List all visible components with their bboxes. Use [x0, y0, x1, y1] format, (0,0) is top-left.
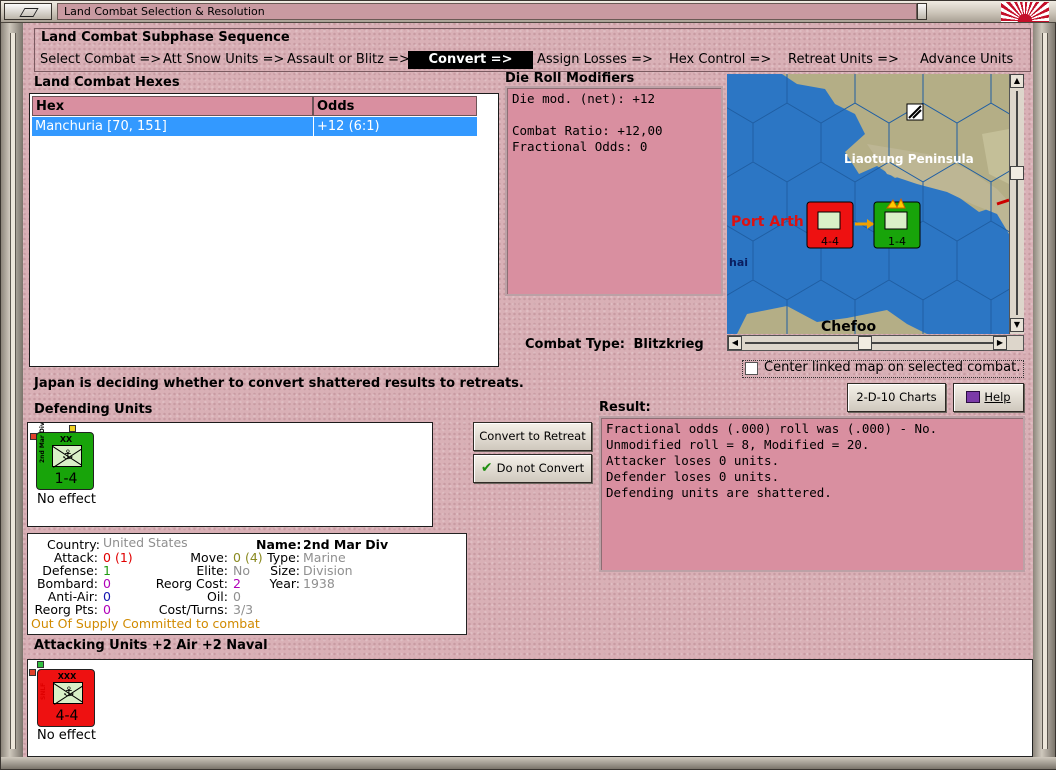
- step-retreat-units: Retreat Units =>: [788, 52, 899, 67]
- map-vertical-scrollbar[interactable]: ▲ ▼: [1009, 74, 1024, 334]
- help-button[interactable]: Help: [953, 383, 1024, 412]
- unit-strength: 4-4: [55, 708, 79, 724]
- unit-type-badge: ⚓: [53, 682, 83, 704]
- result-heading: Result:: [599, 400, 651, 415]
- map-svg: Liaotung Peninsula Port Arth hai Chefoo …: [727, 74, 1009, 334]
- country-value: United States: [103, 535, 188, 550]
- modifier-line: Die mod. (net): +12: [512, 91, 655, 106]
- combat-hex-table: Hex Odds Manchuria [70, 151] +12 (6:1): [29, 93, 499, 367]
- attacking-unit-effect: No effect: [37, 728, 97, 743]
- result-panel: Fractional odds (.000) roll was (.000) -…: [599, 416, 1025, 572]
- year-label: Year:: [269, 576, 300, 591]
- window-title: Land Combat Selection & Resolution: [57, 3, 917, 20]
- unit-side-name: SNLF: [40, 682, 47, 700]
- subphase-sequence: Land Combat Subphase Sequence Select Com…: [34, 28, 1031, 72]
- horizontal-scroll-thumb[interactable]: [858, 336, 872, 350]
- scroll-up-icon[interactable]: ▲: [1010, 74, 1024, 88]
- table-row-selected[interactable]: Manchuria [70, 151] +12 (6:1): [32, 117, 477, 136]
- map-attacker-strength: 4-4: [821, 235, 839, 248]
- row-hex: Manchuria [70, 151]: [35, 119, 167, 134]
- result-line: Unmodified roll = 8, Modified = 20.: [606, 437, 870, 452]
- anchor-icon: ⚓: [63, 685, 75, 700]
- window-menu-button[interactable]: [4, 3, 52, 20]
- result-line: Attacker loses 0 units.: [606, 453, 780, 468]
- row-odds: +12 (6:1): [317, 119, 380, 134]
- combat-type: Combat Type: Blitzkrieg: [525, 337, 704, 352]
- cost-turns-value: 3/3: [233, 602, 254, 617]
- unit-side-name: 2nd Mar Div: [39, 422, 46, 463]
- do-not-convert-label: Do not Convert: [496, 461, 585, 475]
- map-label-port: Port Arth: [731, 214, 804, 230]
- map-label-peninsula: Liaotung Peninsula: [844, 152, 974, 166]
- year-value: 1938: [303, 576, 335, 591]
- modifier-line: Combat Ratio: +12,00: [512, 123, 663, 138]
- combat-type-value: Blitzkrieg: [633, 337, 704, 352]
- convert-to-retreat-button[interactable]: Convert to Retreat: [473, 422, 592, 451]
- hex-grid: [727, 74, 1009, 334]
- combat-type-label: Combat Type:: [525, 337, 625, 352]
- step-att-snow-units: Att Snow Units =>: [163, 52, 285, 67]
- help-label: Help: [984, 390, 1011, 404]
- unit-strength: 1-4: [54, 471, 78, 487]
- anchor-icon: ⚓: [62, 448, 74, 463]
- defending-unit-effect: No effect: [37, 492, 97, 507]
- result-line: Defending units are shattered.: [606, 485, 832, 500]
- vertical-scroll-thumb[interactable]: [1010, 166, 1024, 180]
- unit-echelon: XXX: [57, 672, 77, 681]
- map-label-port-side: hai: [729, 256, 748, 269]
- scroll-down-icon[interactable]: ▼: [1010, 318, 1024, 332]
- scroll-left-icon[interactable]: ◀: [728, 336, 742, 350]
- title-bar: Land Combat Selection & Resolution: [1, 1, 1056, 23]
- modifiers-panel: Die mod. (net): +12 Combat Ratio: +12,00…: [505, 86, 723, 296]
- subphase-steps: Select Combat => Att Snow Units => Assau…: [35, 51, 1030, 69]
- modifier-line: Fractional Odds: 0: [512, 139, 648, 154]
- step-select-combat: Select Combat =>: [40, 52, 162, 67]
- column-header-hex[interactable]: Hex: [32, 96, 313, 116]
- step-assault-or-blitz: Assault or Blitz =>: [287, 52, 410, 67]
- result-line: Defender loses 0 units.: [606, 469, 780, 484]
- result-line: Fractional odds (.000) roll was (.000) -…: [606, 421, 938, 436]
- window-frame-bottom: [1, 757, 1056, 769]
- title-bar-end-cap: [917, 3, 927, 20]
- window-frame-left: [1, 23, 23, 759]
- land-combat-window: Land Combat Selection & Resolution Land …: [0, 0, 1056, 770]
- defending-heading: Defending Units: [34, 402, 153, 417]
- defending-units-panel: XX ⚓ 2nd Mar Div 1-4 No effect: [27, 422, 433, 527]
- linked-map[interactable]: Liaotung Peninsula Port Arth hai Chefoo …: [727, 74, 1009, 334]
- defending-unit-counter[interactable]: XX ⚓ 2nd Mar Div 1-4: [36, 422, 94, 490]
- do-not-convert-button[interactable]: ✔ Do not Convert: [473, 454, 592, 483]
- attacking-unit-counter[interactable]: XXX ⚓ SNLF 4-4: [37, 669, 95, 727]
- unit-info-panel: Country: United States Name: 2nd Mar Div…: [27, 533, 467, 635]
- step-assign-losses: Assign Losses =>: [537, 52, 653, 67]
- map-horizontal-scrollbar[interactable]: ◀ ▶: [727, 335, 1024, 351]
- help-book-icon: [966, 391, 981, 403]
- hexes-heading: Land Combat Hexes: [34, 75, 180, 90]
- step-hex-control: Hex Control =>: [669, 52, 772, 67]
- attacking-heading: Attacking Units +2 Air +2 Naval: [34, 638, 268, 653]
- japan-flag-icon: [1001, 2, 1049, 22]
- reorg-pts-value: 0: [103, 602, 111, 617]
- reorg-pts-label: Reorg Pts:: [34, 602, 98, 617]
- scroll-right-icon[interactable]: ▶: [993, 336, 1007, 350]
- map-label-city: Chefoo: [821, 319, 876, 334]
- charts-button[interactable]: 2-D-10 Charts: [847, 383, 946, 412]
- step-convert-active: Convert =>: [408, 51, 533, 69]
- status-message: Japan is deciding whether to convert sha…: [34, 376, 524, 391]
- supply-status: Out Of Supply Committed to combat: [31, 616, 260, 631]
- cost-turns-label: Cost/Turns:: [158, 602, 228, 617]
- center-map-checkbox[interactable]: [745, 362, 758, 375]
- step-advance-units: Advance Units: [920, 52, 1014, 67]
- center-map-label[interactable]: Center linked map on selected combat.: [764, 360, 1020, 375]
- column-header-odds[interactable]: Odds: [313, 96, 477, 116]
- attacking-units-panel: XXX ⚓ SNLF 4-4 No effect: [27, 659, 1033, 757]
- check-icon: ✔: [480, 460, 493, 476]
- unit-type-badge: ⚓: [52, 445, 82, 467]
- subphase-heading: Land Combat Subphase Sequence: [41, 30, 290, 45]
- modifiers-heading: Die Roll Modifiers: [505, 71, 635, 86]
- window-frame-right: [1033, 23, 1055, 759]
- map-defender-strength: 1-4: [888, 235, 906, 248]
